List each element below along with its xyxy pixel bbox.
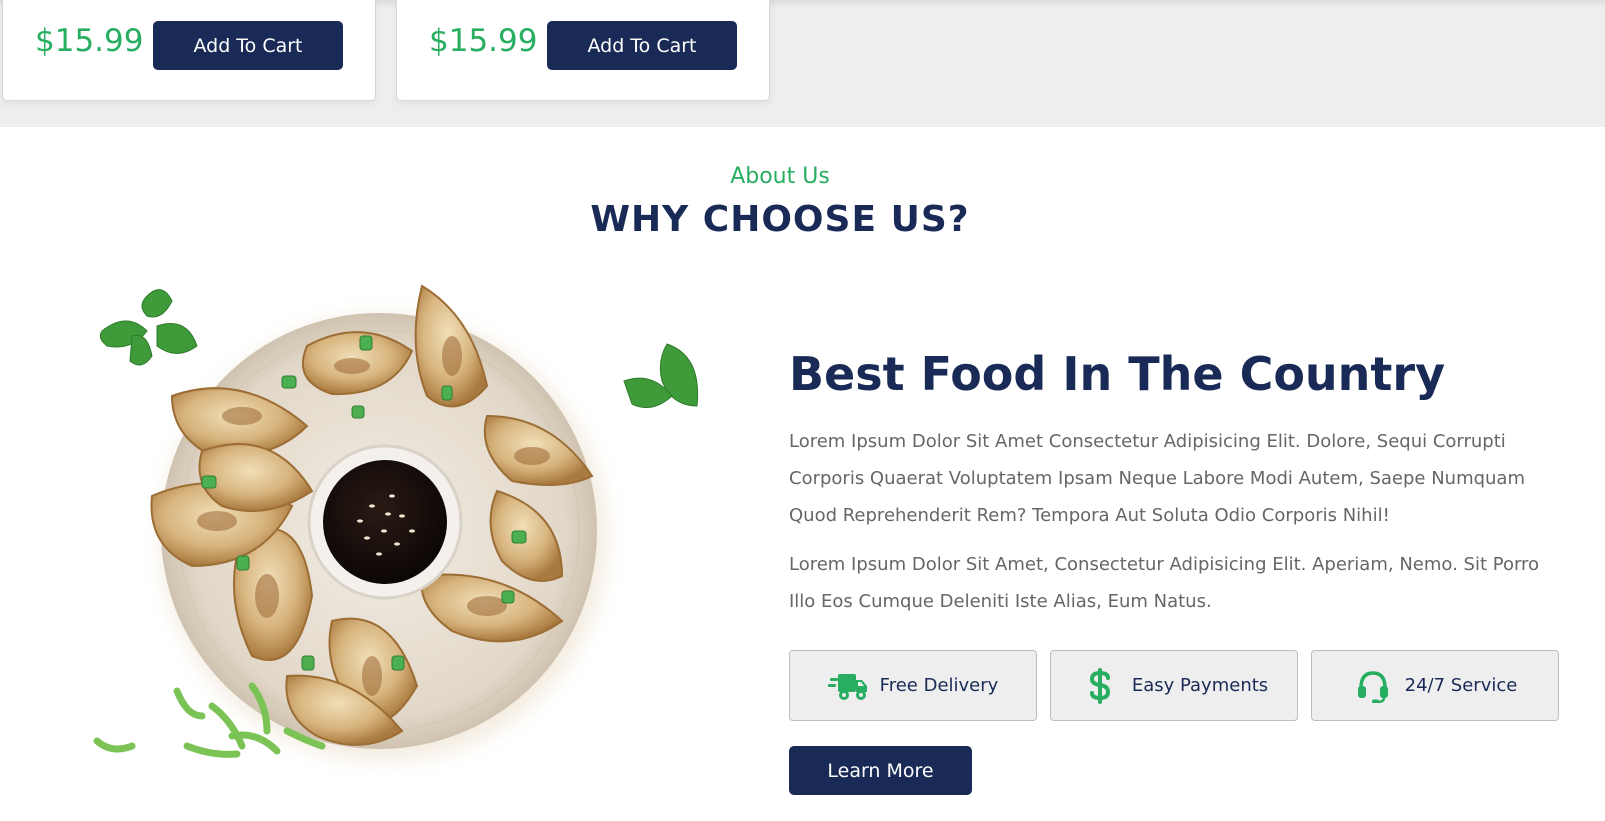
feature-label: Easy Payments — [1131, 675, 1269, 696]
features-row: Free Delivery Easy Payments 24/7 Service — [789, 650, 1560, 721]
about-paragraph: Lorem Ipsum Dolor Sit Amet, Consectetur … — [789, 553, 1540, 612]
product-card: $15.99 Add To Cart — [396, 0, 770, 101]
feature-label: 24/7 Service — [1404, 675, 1518, 696]
learn-more-button[interactable]: Learn More — [789, 746, 972, 795]
headset-icon — [1353, 666, 1393, 706]
dumplings-plate-image — [92, 276, 732, 821]
feature-label: Free Delivery — [879, 675, 999, 696]
add-to-cart-button[interactable]: Add To Cart — [153, 21, 343, 70]
product-price: $15.99 — [35, 23, 144, 59]
feature-easy-payments[interactable]: Easy Payments — [1050, 650, 1298, 721]
about-heading: WHY CHOOSE US? — [590, 199, 970, 240]
shipping-fast-icon — [827, 666, 868, 706]
add-to-cart-button[interactable]: Add To Cart — [547, 21, 737, 70]
product-card: $15.99 Add To Cart — [2, 0, 376, 101]
about-paragraph: Lorem Ipsum Dolor Sit Amet Consectetur A… — [789, 430, 1525, 526]
feature-free-delivery[interactable]: Free Delivery — [789, 650, 1037, 721]
content-title: Best Food In The Country — [789, 347, 1446, 401]
about-subheading: About Us — [730, 164, 830, 189]
product-price: $15.99 — [429, 23, 538, 59]
feature-24-7-service[interactable]: 24/7 Service — [1311, 650, 1559, 721]
about-content: Best Food In The Country Lorem Ipsum Dol… — [789, 348, 1569, 620]
dollar-sign-icon — [1080, 666, 1120, 706]
products-section: $15.99 Add To Cart $15.99 Add To Cart — [0, 0, 1605, 127]
